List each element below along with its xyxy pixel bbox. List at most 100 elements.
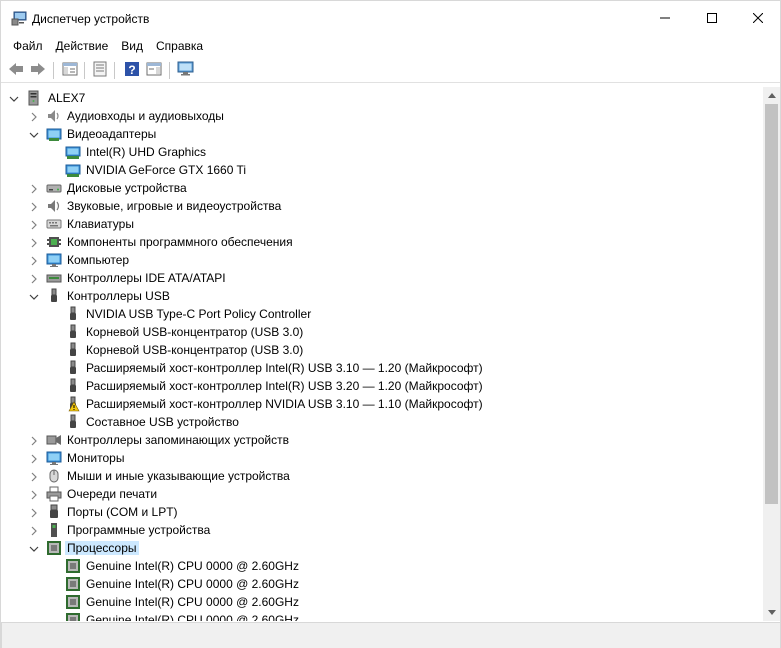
cpu-icon xyxy=(65,576,81,592)
tree-node-label: Genuine Intel(R) CPU 0000 @ 2.60GHz xyxy=(86,577,299,591)
tree-node-label: Расширяемый хост-контроллер Intel(R) USB… xyxy=(86,361,483,375)
tree-category-node[interactable]: Очереди печати xyxy=(3,485,763,503)
chevron-right-icon[interactable] xyxy=(29,471,39,482)
vertical-scrollbar[interactable] xyxy=(763,87,780,621)
disk-drive-icon xyxy=(46,180,62,196)
help-button[interactable]: ? xyxy=(122,60,142,80)
tree-category-node[interactable]: Процессоры xyxy=(3,539,763,557)
tree-node-label: Клавиатуры xyxy=(67,217,134,231)
tree-category-node[interactable]: Компоненты программного обеспечения xyxy=(3,233,763,251)
tree-device-node[interactable]: Genuine Intel(R) CPU 0000 @ 2.60GHz xyxy=(3,575,763,593)
tree-category-node[interactable]: Клавиатуры xyxy=(3,215,763,233)
maximize-button[interactable] xyxy=(689,1,735,35)
tree-device-node[interactable]: Genuine Intel(R) CPU 0000 @ 2.60GHz xyxy=(3,611,763,621)
chevron-right-icon[interactable] xyxy=(29,273,39,284)
show-hide-console-tree-icon xyxy=(62,61,78,80)
tree-device-node[interactable]: NVIDIA USB Type-C Port Policy Controller xyxy=(3,305,763,323)
chevron-right-icon[interactable] xyxy=(29,255,39,266)
chevron-down-icon[interactable] xyxy=(29,129,39,139)
menu-help[interactable]: Справка xyxy=(150,36,210,56)
tree-device-node[interactable]: Составное USB устройство xyxy=(3,413,763,431)
minimize-button[interactable] xyxy=(642,1,688,35)
tree-device-node[interactable]: Расширяемый хост-контроллер Intel(R) USB… xyxy=(3,377,763,395)
tree-node-label: Звуковые, игровые и видеоустройства xyxy=(67,199,282,213)
chevron-right-icon[interactable] xyxy=(29,507,39,518)
tree-category-node[interactable]: Порты (COM и LPT) xyxy=(3,503,763,521)
device-tree[interactable]: ALEX7 Аудиовходы и аудиовыходы Видеоадапте… xyxy=(3,87,763,621)
chevron-right-icon[interactable] xyxy=(29,219,39,230)
console-tree-button[interactable] xyxy=(60,60,80,80)
close-button[interactable] xyxy=(735,1,781,35)
chevron-right-icon[interactable] xyxy=(29,453,39,464)
tree-device-node[interactable]: Расширяемый хост-контроллер Intel(R) USB… xyxy=(3,359,763,377)
tree-device-node[interactable]: Корневой USB-концентратор (USB 3.0) xyxy=(3,323,763,341)
tree-device-node[interactable]: Расширяемый хост-контроллер NVIDIA USB 3… xyxy=(3,395,763,413)
device-manager-app-icon xyxy=(11,11,27,26)
tree-device-node[interactable]: Intel(R) UHD Graphics xyxy=(3,143,763,161)
action-pane-button[interactable] xyxy=(144,60,164,80)
properties-button[interactable] xyxy=(90,60,110,80)
tree-device-node[interactable]: NVIDIA GeForce GTX 1660 Ti xyxy=(3,161,763,179)
chevron-down-icon[interactable] xyxy=(29,543,39,553)
processor-icon xyxy=(46,540,62,556)
chevron-right-icon[interactable] xyxy=(29,183,39,194)
chevron-right-icon[interactable] xyxy=(29,237,39,248)
software-device-icon xyxy=(46,522,62,538)
back-button[interactable] xyxy=(6,60,26,80)
display-adapter-icon xyxy=(46,126,62,142)
tree-node-label: Контроллеры IDE ATA/ATAPI xyxy=(67,271,226,285)
tree-device-node[interactable]: Genuine Intel(R) CPU 0000 @ 2.60GHz xyxy=(3,557,763,575)
tree-node-label: Контроллеры запоминающих устройств xyxy=(67,433,289,447)
chevron-right-icon[interactable] xyxy=(29,489,39,500)
tree-category-node[interactable]: Мыши и иные указывающие устройства xyxy=(3,467,763,485)
tree-node-label: NVIDIA USB Type-C Port Policy Controller xyxy=(86,307,312,321)
forward-button[interactable] xyxy=(28,60,48,80)
tree-node-label: Корневой USB-концентратор (USB 3.0) xyxy=(86,325,304,339)
tree-device-node[interactable]: Корневой USB-концентратор (USB 3.0) xyxy=(3,341,763,359)
tree-category-node[interactable]: Дисковые устройства xyxy=(3,179,763,197)
title-bar[interactable]: Диспетчер устройств xyxy=(1,1,780,35)
tree-category-node[interactable]: Аудиовходы и аудиовыходы xyxy=(3,107,763,125)
chevron-right-icon[interactable] xyxy=(29,435,39,446)
scan-hardware-button[interactable] xyxy=(176,60,196,80)
menu-view[interactable]: Вид xyxy=(115,36,150,56)
menu-file[interactable]: Файл xyxy=(1,36,50,56)
mouse-icon xyxy=(46,468,62,484)
scroll-up-button[interactable] xyxy=(763,87,780,104)
chevron-right-icon[interactable] xyxy=(29,525,39,536)
tree-device-node[interactable]: Genuine Intel(R) CPU 0000 @ 2.60GHz xyxy=(3,593,763,611)
tree-category-node[interactable]: Мониторы xyxy=(3,449,763,467)
cpu-icon xyxy=(65,558,81,574)
tree-category-node[interactable]: Контроллеры запоминающих устройств xyxy=(3,431,763,449)
toolbar-separator xyxy=(169,62,170,79)
tree-node-label: Порты (COM и LPT) xyxy=(67,505,178,519)
chevron-right-icon[interactable] xyxy=(29,201,39,212)
svg-text:?: ? xyxy=(128,63,135,77)
tree-category-node[interactable]: Программные устройства xyxy=(3,521,763,539)
chevron-right-icon[interactable] xyxy=(29,111,39,122)
printer-icon xyxy=(46,486,62,502)
status-divider xyxy=(1,623,2,648)
speaker-icon xyxy=(46,198,62,214)
toolbar: ? xyxy=(1,58,780,83)
scrollbar-thumb[interactable] xyxy=(765,104,778,504)
software-component-icon xyxy=(46,234,62,250)
tree-node-label: Компоненты программного обеспечения xyxy=(67,235,293,249)
menu-action[interactable]: Действие xyxy=(50,36,116,56)
chevron-down-icon[interactable] xyxy=(29,291,39,301)
tree-category-node[interactable]: Контроллеры IDE ATA/ATAPI xyxy=(3,269,763,287)
tree-category-node[interactable]: Контроллеры USB xyxy=(3,287,763,305)
tree-category-node[interactable]: Звуковые, игровые и видеоустройства xyxy=(3,197,763,215)
device-manager-window: Диспетчер устройств Файл Действие Вид Сп… xyxy=(0,0,781,648)
tree-category-node[interactable]: Видеоадаптеры xyxy=(3,125,763,143)
tree-node-label: Мыши и иные указывающие устройства xyxy=(67,469,290,483)
tree-root-node[interactable]: ALEX7 xyxy=(3,89,763,107)
forward-arrow-icon xyxy=(30,62,46,79)
usb-device-icon xyxy=(65,342,81,358)
chevron-down-icon[interactable] xyxy=(9,93,19,103)
usb-device-icon xyxy=(65,306,81,322)
tree-category-node[interactable]: Компьютер xyxy=(3,251,763,269)
monitor-icon xyxy=(46,450,62,466)
tree-node-label: Процессоры xyxy=(65,541,139,555)
scroll-down-button[interactable] xyxy=(763,604,780,621)
